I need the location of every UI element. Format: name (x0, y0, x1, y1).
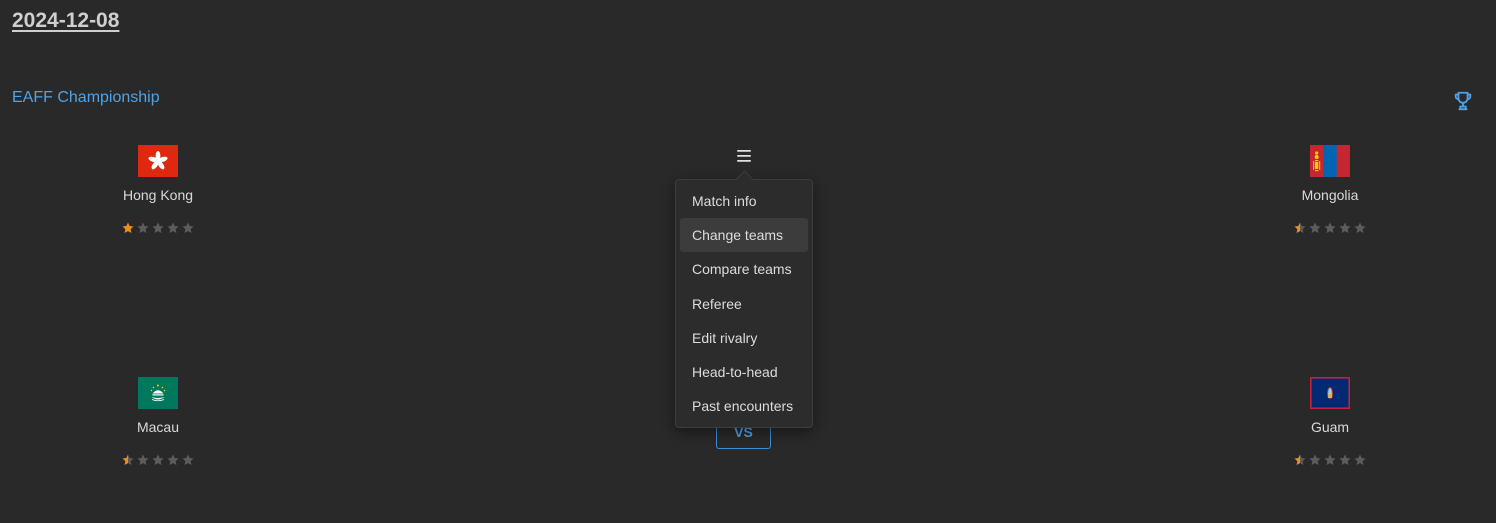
rating-stars (1260, 453, 1400, 469)
menu-item-compare-teams[interactable]: Compare teams (680, 252, 808, 286)
menu-item-referee[interactable]: Referee (680, 287, 808, 321)
menu-item-head-to-head[interactable]: Head-to-head (680, 355, 808, 389)
rating-stars (88, 221, 228, 237)
star-icon (1309, 454, 1321, 466)
date-heading: 2024-12-08 (12, 9, 120, 32)
team-guam[interactable]: Guam (1260, 377, 1400, 469)
star-icon (1309, 222, 1321, 234)
star-icon (167, 454, 179, 466)
team-macau[interactable]: Macau (88, 377, 228, 469)
star-icon (1294, 454, 1306, 466)
team-name: Mongolia (1301, 187, 1359, 203)
star-icon (182, 454, 194, 466)
context-menu: Match info Change teams Compare teams Refer… (675, 179, 813, 428)
trophy-icon[interactable] (1452, 90, 1474, 112)
star-icon (152, 454, 164, 466)
star-icon (137, 222, 149, 234)
star-icon (167, 222, 179, 234)
star-icon (1324, 222, 1336, 234)
star-icon (122, 222, 134, 234)
star-icon (1324, 454, 1336, 466)
menu-item-change-teams[interactable]: Change teams (680, 218, 808, 253)
team-name: Macau (136, 419, 180, 435)
team-name: Guam (1310, 419, 1350, 435)
menu-item-match-info[interactable]: Match info (680, 184, 808, 218)
hamburger-menu-icon[interactable] (733, 145, 755, 167)
rating-stars (88, 453, 228, 469)
menu-item-edit-rivalry[interactable]: Edit rivalry (680, 321, 808, 355)
menu-item-past-encounters[interactable]: Past encounters (680, 389, 808, 423)
star-icon (1294, 222, 1306, 234)
star-icon (152, 222, 164, 234)
team-name: Hong Kong (122, 187, 194, 203)
star-icon (1339, 454, 1351, 466)
competition-link[interactable]: EAFF Championship (12, 89, 160, 107)
star-icon (122, 454, 134, 466)
star-icon (137, 454, 149, 466)
macau-flag (138, 377, 178, 409)
star-icon (1339, 222, 1351, 234)
guam-flag (1310, 377, 1350, 409)
team-hong-kong[interactable]: Hong Kong (88, 145, 228, 237)
context-menu-list: Match info Change teams Compare teams Refer… (676, 180, 812, 427)
star-icon (182, 222, 194, 234)
rating-stars (1260, 221, 1400, 237)
star-icon (1354, 222, 1366, 234)
team-mongolia[interactable]: Mongolia (1260, 145, 1400, 237)
mongolia-flag (1310, 145, 1350, 177)
hong-kong-flag (138, 145, 178, 177)
star-icon (1354, 454, 1366, 466)
